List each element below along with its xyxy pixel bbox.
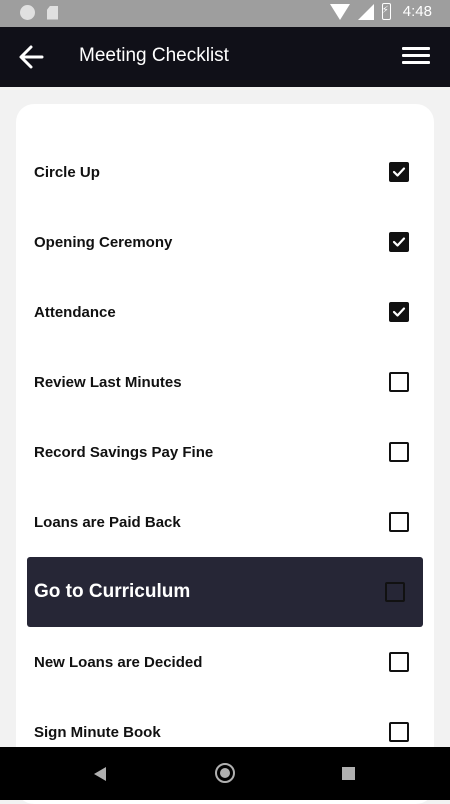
arrow-left-icon xyxy=(19,45,44,69)
system-nav-bar xyxy=(0,747,450,800)
back-button[interactable] xyxy=(14,39,50,75)
sd-card-icon xyxy=(47,5,58,20)
checkbox-unchecked[interactable] xyxy=(389,512,409,532)
status-bar: 4:48 xyxy=(0,0,450,27)
checklist-item-label: Circle Up xyxy=(34,163,100,181)
checkbox-unchecked[interactable] xyxy=(389,372,409,392)
checklist-item[interactable]: Record Savings Pay Fine xyxy=(16,417,434,487)
menu-button[interactable] xyxy=(402,43,432,71)
checklist-item[interactable]: Go to Curriculum xyxy=(27,557,423,627)
app-bar: Meeting Checklist xyxy=(0,27,450,87)
checkbox-unchecked[interactable] xyxy=(385,582,405,602)
page-title: Meeting Checklist xyxy=(79,45,229,66)
checklist-item-label: Review Last Minutes xyxy=(34,373,182,391)
battery-charging-icon xyxy=(381,3,391,20)
nav-recents-icon[interactable] xyxy=(342,767,355,780)
checklist-item-label: Attendance xyxy=(34,303,116,321)
checklist-item-label: Record Savings Pay Fine xyxy=(34,443,214,461)
checklist-item[interactable]: Review Last Minutes xyxy=(16,347,434,417)
checklist-item-label: Go to Curriculum xyxy=(34,581,191,602)
checkbox-unchecked[interactable] xyxy=(389,722,409,742)
checklist-item-label: Opening Ceremony xyxy=(34,233,173,251)
checkbox-unchecked[interactable] xyxy=(389,652,409,672)
checklist-item-label: New Loans are Decided xyxy=(34,653,203,671)
checkmark-icon xyxy=(392,307,406,317)
checklist-item[interactable]: Attendance xyxy=(16,277,434,347)
checkbox-checked[interactable] xyxy=(389,232,409,252)
checkbox-checked[interactable] xyxy=(389,162,409,182)
checkmark-icon xyxy=(392,167,406,177)
checkbox-checked[interactable] xyxy=(389,302,409,322)
checklist-item[interactable]: Circle Up xyxy=(16,137,434,207)
notification-dot-icon xyxy=(20,5,35,20)
nav-home-icon[interactable] xyxy=(215,763,235,783)
hamburger-menu-icon xyxy=(402,47,430,50)
checklist-item[interactable]: New Loans are Decided xyxy=(16,627,434,697)
checklist-item-label: Sign Minute Book xyxy=(34,723,161,741)
cell-signal-icon xyxy=(357,3,374,20)
checklist-card: Circle Up Opening Ceremony Attendance Revie… xyxy=(16,104,434,804)
wifi-icon xyxy=(329,3,350,20)
checkmark-icon xyxy=(392,237,406,247)
checklist-item[interactable]: Loans are Paid Back xyxy=(16,487,434,557)
nav-back-icon[interactable] xyxy=(94,767,106,781)
checkbox-unchecked[interactable] xyxy=(389,442,409,462)
checklist-item-label: Loans are Paid Back xyxy=(34,513,181,531)
status-time: 4:48 xyxy=(402,3,432,20)
checklist-item[interactable]: Opening Ceremony xyxy=(16,207,434,277)
